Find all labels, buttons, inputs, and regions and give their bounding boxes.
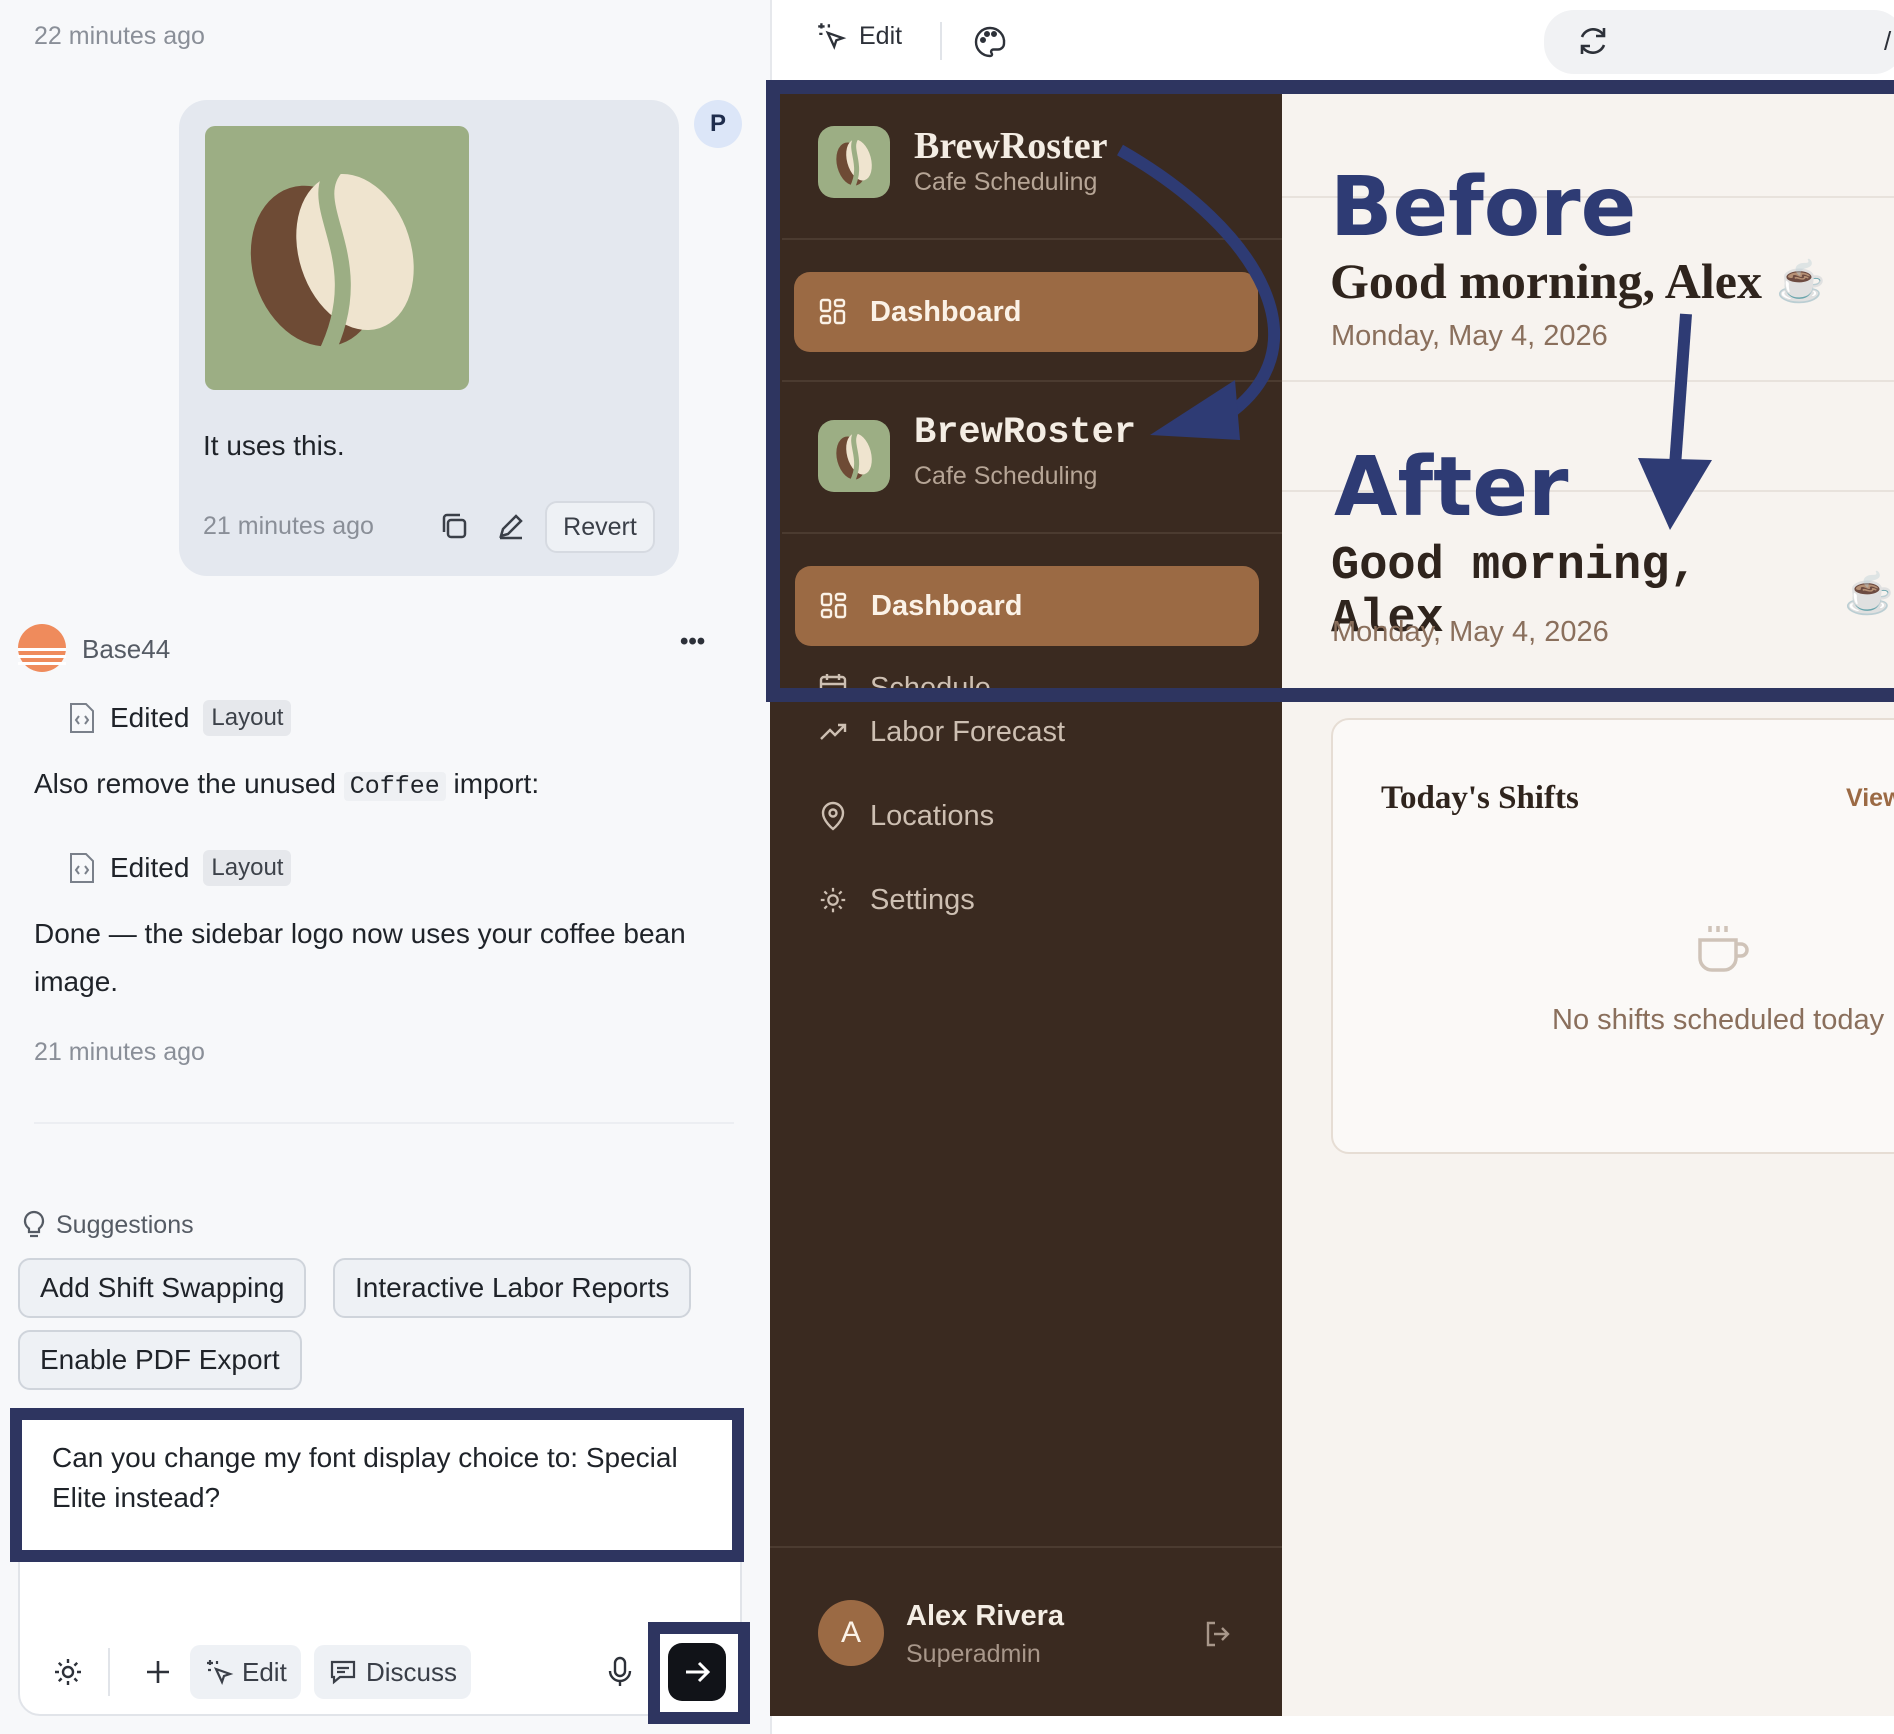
user-name: Alex Rivera: [906, 1600, 1064, 1632]
composer-input[interactable]: Can you change my font display choice to…: [10, 1408, 744, 1562]
trending-up-icon: [820, 723, 847, 740]
edited-entry-1[interactable]: Edited Layout: [68, 700, 292, 736]
suggestion-chip-pdf-export[interactable]: Enable PDF Export: [18, 1330, 302, 1390]
suggestions-title: Suggestions: [56, 1210, 194, 1239]
user-message-timestamp: 21 minutes ago: [203, 512, 374, 540]
url-bar[interactable]: /: [1544, 10, 1894, 74]
inline-code: Coffee: [343, 772, 446, 801]
top-timestamp: 22 minutes ago: [34, 22, 205, 50]
preview-edit-button[interactable]: Edit: [815, 20, 902, 52]
more-options-icon[interactable]: •••: [680, 628, 705, 656]
user-message-text: It uses this.: [203, 430, 345, 461]
file-code-icon: [70, 703, 94, 733]
revert-button[interactable]: Revert: [545, 501, 655, 553]
sparkle-cursor-icon: [207, 1660, 234, 1685]
arrow-right-icon: [686, 1661, 711, 1683]
send-button[interactable]: [668, 1643, 726, 1701]
view-link[interactable]: View: [1846, 784, 1894, 813]
nav-labor-forecast-label: Labor Forecast: [870, 715, 1066, 748]
nav-settings-label: Settings: [870, 883, 975, 916]
message-text: Also remove the unused: [34, 768, 336, 799]
composer-divider: [108, 1648, 110, 1696]
user-avatar: P: [694, 100, 742, 148]
nav-settings[interactable]: Settings: [794, 870, 999, 930]
settings-gear-icon[interactable]: [48, 1652, 88, 1692]
suggestions-header: Suggestions: [22, 1210, 194, 1240]
add-plus-icon[interactable]: [138, 1652, 178, 1692]
nav-locations-label: Locations: [870, 799, 995, 832]
suggestion-chip-labor-reports[interactable]: Interactive Labor Reports: [333, 1258, 692, 1318]
edited-label: Edited: [110, 852, 190, 883]
nav-labor-forecast[interactable]: Labor Forecast: [794, 702, 1089, 762]
preview-edit-label: Edit: [859, 21, 903, 50]
edit-pencil-icon[interactable]: [491, 506, 531, 546]
base44-logo-icon: [18, 624, 66, 672]
discuss-mode-button[interactable]: Discuss: [314, 1645, 472, 1699]
suggestion-chip-shift-swapping[interactable]: Add Shift Swapping: [18, 1258, 307, 1318]
lightbulb-icon: [23, 1210, 45, 1238]
edit-mode-label: Edit: [242, 1656, 287, 1687]
arrow-down-icon: [1638, 313, 1712, 530]
done-message-line2: image.: [34, 966, 119, 997]
card-title: Today's Shifts: [1381, 780, 1579, 816]
url-text: /: [1884, 26, 1892, 56]
assistant-message: Also remove the unused Coffee import:: [34, 760, 539, 811]
user-role: Superadmin: [906, 1640, 1041, 1668]
sidebar-footer-divider: [770, 1546, 1282, 1548]
assistant-timestamp: 21 minutes ago: [34, 1038, 205, 1066]
toolbar-divider: [940, 22, 942, 60]
chat-panel: 22 minutes ago P It uses this. 21 minute…: [0, 0, 770, 1734]
divider: [34, 1122, 734, 1124]
coffee-bean-image[interactable]: [205, 126, 469, 390]
message-text-end: import:: [453, 768, 540, 799]
arrow-curved-icon: [1117, 144, 1281, 440]
done-message-line1: Done — the sidebar logo now uses your co…: [34, 918, 686, 949]
nav-locations[interactable]: Locations: [794, 786, 1018, 846]
chat-bubble-icon: [330, 1660, 356, 1685]
coffee-cup-icon: [1694, 920, 1754, 980]
composer-text-line2: Elite instead?: [52, 1482, 221, 1513]
layout-tag: Layout: [203, 700, 292, 736]
palette-icon[interactable]: [970, 22, 1010, 62]
copy-icon[interactable]: [434, 506, 474, 546]
composer-text-line1: Can you change my font display choice to…: [52, 1442, 678, 1473]
refresh-icon[interactable]: [1576, 24, 1610, 58]
edited-label: Edited: [110, 702, 190, 733]
file-code-icon: [70, 853, 94, 883]
edited-entry-2[interactable]: Edited Layout: [68, 850, 292, 886]
map-pin-icon: [821, 801, 845, 831]
edit-mode-button[interactable]: Edit: [190, 1645, 301, 1699]
sparkle-cursor-icon: [818, 23, 847, 50]
user-avatar: A: [818, 1600, 884, 1666]
discuss-mode-label: Discuss: [366, 1656, 458, 1687]
microphone-icon[interactable]: [600, 1652, 640, 1692]
assistant-name: Base44: [82, 634, 171, 664]
empty-shifts-text: No shifts scheduled today: [1552, 1004, 1885, 1036]
layout-tag: Layout: [203, 850, 292, 886]
logout-icon[interactable]: [1198, 1614, 1238, 1654]
settings-gear-icon: [820, 887, 846, 913]
